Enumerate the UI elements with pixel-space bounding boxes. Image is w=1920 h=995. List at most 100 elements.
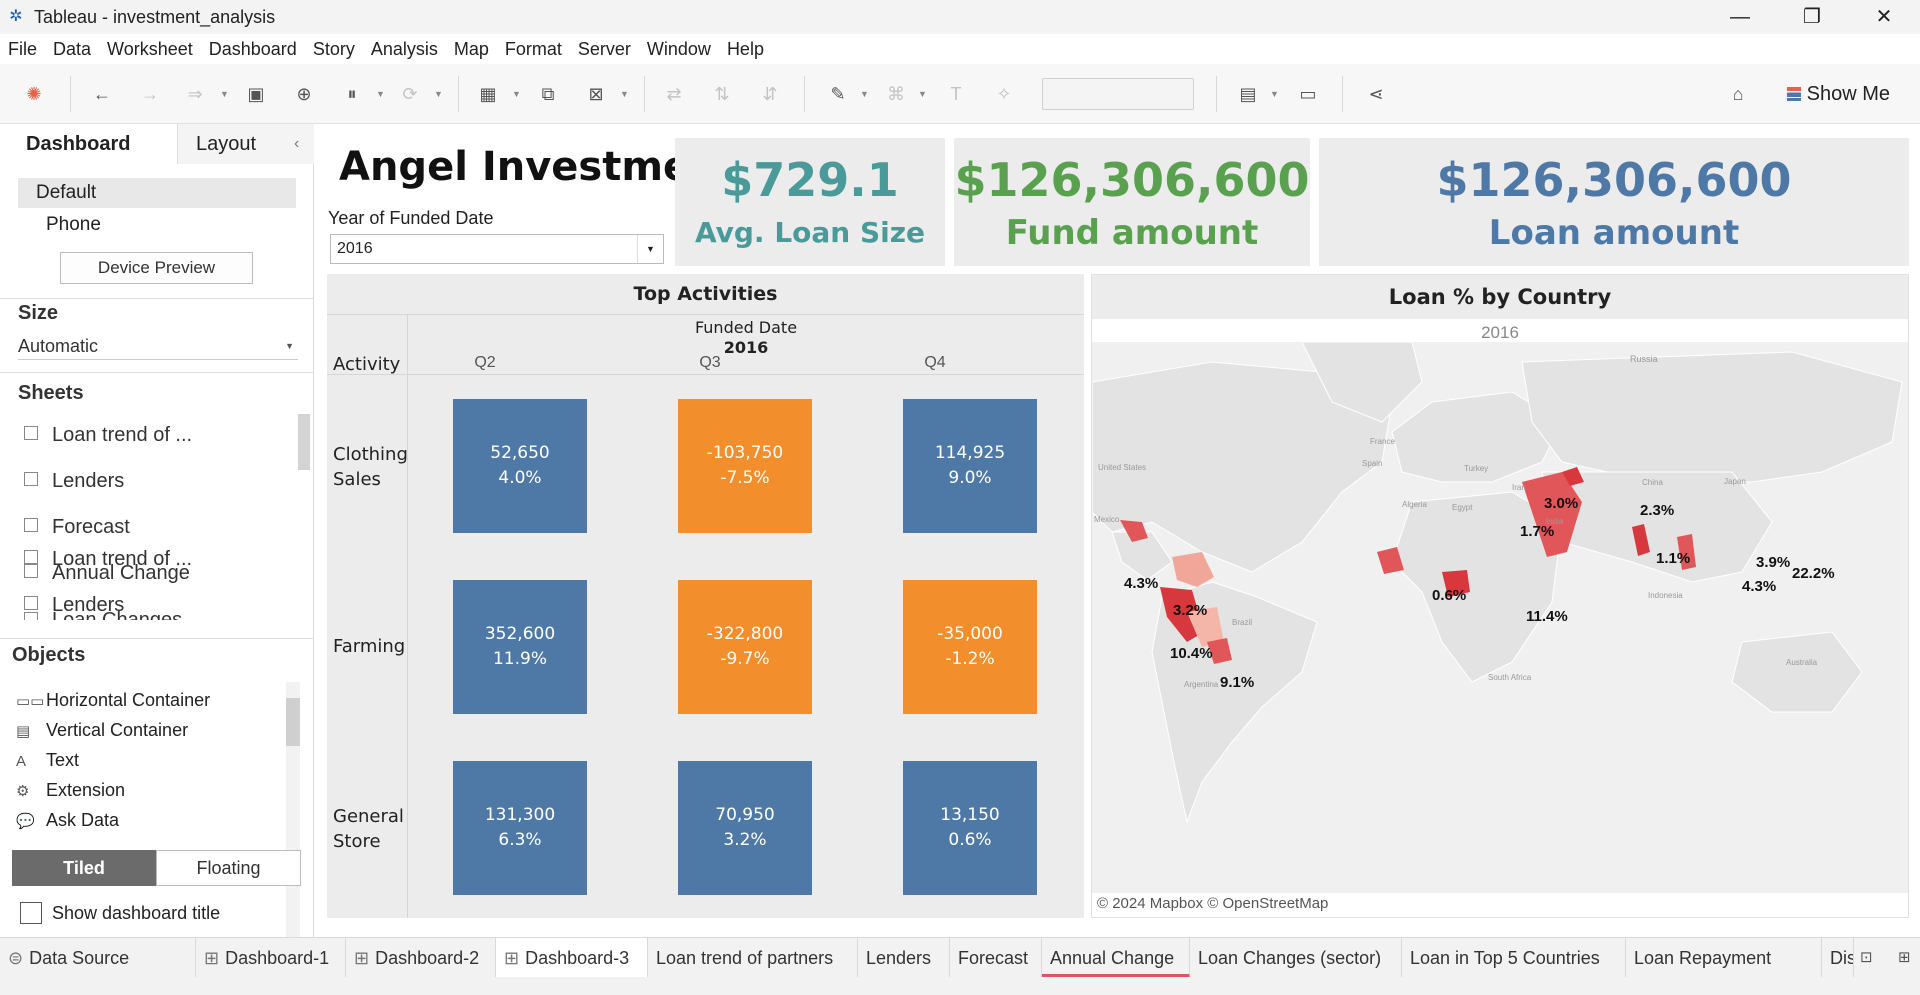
heatmap-cell[interactable]: 114,925 9.0% — [903, 399, 1037, 533]
heatmap-cell[interactable]: 13,150 0.6% — [903, 761, 1037, 895]
menu-help[interactable]: Help — [719, 39, 772, 60]
object-vertical-container[interactable]: ▤ Vertical Container — [16, 720, 188, 741]
pause-updates-icon[interactable]: ⏸ — [338, 80, 366, 108]
show-title-checkbox[interactable] — [20, 902, 42, 924]
size-dropdown[interactable]: Automatic ▼ — [18, 332, 298, 360]
new-worksheet-icon[interactable]: ▦ — [474, 80, 502, 108]
show-me-button[interactable]: Show Me — [1786, 80, 1890, 108]
highlight-icon[interactable]: ✎ — [824, 80, 852, 108]
toolbar-separator — [804, 76, 805, 112]
device-default[interactable]: Default — [18, 178, 296, 208]
presentation-mode-icon[interactable]: ▭ — [1294, 80, 1322, 108]
chevron-down-icon[interactable]: ▼ — [860, 80, 870, 108]
menu-dashboard[interactable]: Dashboard — [201, 39, 305, 60]
menu-server[interactable]: Server — [570, 39, 639, 60]
country-value-label: 11.4% — [1526, 608, 1568, 625]
device-preview-button[interactable]: Device Preview — [60, 252, 253, 284]
show-labels-icon[interactable]: T — [942, 80, 970, 108]
tab-loan-repayment[interactable]: Loan Repayment — [1626, 938, 1822, 978]
heatmap-cell[interactable]: 52,650 4.0% — [453, 399, 587, 533]
tab-data-source[interactable]: ⊜ Data Source — [0, 938, 196, 978]
tab-dis[interactable]: Dis — [1822, 938, 1854, 978]
sheet-item-annual-change[interactable]: Annual Change — [24, 562, 190, 585]
refresh-icon[interactable]: ⟳ — [396, 80, 424, 108]
world-map[interactable]: Russia United States Mexico France Spain… — [1092, 342, 1908, 893]
show-cards-icon[interactable]: ▤ — [1234, 80, 1262, 108]
new-worksheet-icon[interactable]: ⊡ — [1860, 948, 1873, 966]
duplicate-icon[interactable]: ⧉ — [534, 80, 562, 108]
menu-analysis[interactable]: Analysis — [363, 39, 446, 60]
chevron-down-icon[interactable]: ▼ — [434, 80, 444, 108]
tab-dashboard-1[interactable]: ⊞ Dashboard-1 — [196, 938, 346, 978]
new-dashboard-icon[interactable]: ⊞ — [1898, 948, 1911, 966]
objects-scrollbar[interactable] — [286, 682, 300, 964]
tab-annual-change[interactable]: Annual Change — [1042, 938, 1190, 978]
sheet-item-forecast[interactable]: Forecast — [24, 516, 130, 539]
heatmap-cell[interactable]: 131,300 6.3% — [453, 761, 587, 895]
tab-loan-trend[interactable]: Loan trend of partners — [648, 938, 858, 978]
heatmap-cell[interactable]: -322,800 -9.7% — [678, 580, 812, 714]
menu-data[interactable]: Data — [45, 39, 99, 60]
tab-dashboard[interactable]: Dashboard — [0, 124, 178, 164]
sort-ascending-icon[interactable]: ⇅ — [708, 80, 736, 108]
map-attribution[interactable]: © 2024 Mapbox © OpenStreetMap — [1097, 895, 1328, 912]
floating-button[interactable]: Floating — [156, 850, 301, 886]
sort-descending-icon[interactable]: ⇵ — [756, 80, 784, 108]
year-filter-dropdown[interactable]: 2016 ▼ — [330, 234, 664, 264]
tab-lenders[interactable]: Lenders — [858, 938, 950, 978]
sheet-item-loan-trend[interactable]: Loan trend of ... — [24, 424, 192, 447]
menu-story[interactable]: Story — [305, 39, 363, 60]
restore-icon[interactable]: ❐ — [1776, 0, 1848, 34]
chevron-down-icon[interactable]: ▼ — [918, 80, 928, 108]
redo-icon[interactable]: → — [136, 80, 164, 108]
chevron-down-icon[interactable]: ▼ — [220, 80, 230, 108]
group-icon[interactable]: ⌘ — [882, 80, 910, 108]
save-icon[interactable]: ▣ — [242, 80, 270, 108]
device-phone[interactable]: Phone — [46, 210, 101, 240]
geo-label: China — [1642, 478, 1663, 487]
undo-icon[interactable]: ← — [88, 80, 116, 108]
object-ask-data[interactable]: 💬 Ask Data — [16, 810, 119, 831]
tab-loan-changes-sector[interactable]: Loan Changes (sector) — [1190, 938, 1402, 978]
menu-map[interactable]: Map — [446, 39, 497, 60]
tableau-home-icon[interactable]: ✺ — [20, 80, 48, 108]
chevron-down-icon[interactable]: ▼ — [620, 80, 630, 108]
objects-scrollbar-thumb[interactable] — [286, 698, 300, 746]
chevron-down-icon[interactable]: ▼ — [376, 80, 386, 108]
kpi-label: Fund amount — [1005, 213, 1259, 253]
sheet-item-loan-changes[interactable]: Loan Changes — [24, 608, 284, 620]
heatmap-cell[interactable]: 70,950 3.2% — [678, 761, 812, 895]
heatmap-cell[interactable]: -35,000 -1.2% — [903, 580, 1037, 714]
worksheet-icon — [24, 564, 38, 578]
menu-file[interactable]: File — [0, 39, 45, 60]
swap-icon[interactable]: ⇄ — [660, 80, 688, 108]
fit-dropdown[interactable] — [1042, 78, 1194, 110]
menu-window[interactable]: Window — [639, 39, 719, 60]
minimize-icon[interactable]: — — [1704, 0, 1776, 34]
tab-dashboard-2[interactable]: ⊞ Dashboard-2 — [346, 938, 496, 978]
sheets-scrollbar[interactable] — [298, 414, 310, 470]
year-filter-value: 2016 — [337, 240, 373, 257]
format-painter-icon[interactable]: ⌂ — [1724, 80, 1752, 108]
object-text[interactable]: A Text — [16, 750, 79, 771]
tab-loan-top5[interactable]: Loan in Top 5 Countries — [1402, 938, 1626, 978]
replay-icon[interactable]: ⇒ — [181, 80, 209, 108]
chevron-down-icon[interactable]: ▼ — [512, 80, 522, 108]
new-data-source-icon[interactable]: ⊕ — [290, 80, 318, 108]
tiled-button[interactable]: Tiled — [12, 850, 156, 886]
tab-dashboard-3[interactable]: ⊞ Dashboard-3 — [496, 938, 648, 978]
tab-forecast[interactable]: Forecast — [950, 938, 1042, 978]
object-horizontal-container[interactable]: ▭▭Horizontal Container — [16, 690, 210, 711]
collapse-panel-icon[interactable]: ‹ — [294, 124, 314, 164]
share-icon[interactable]: ⋖ — [1362, 80, 1390, 108]
fix-axes-icon[interactable]: ✧ — [990, 80, 1018, 108]
sheet-item-lenders[interactable]: Lenders — [24, 470, 124, 493]
object-extension[interactable]: ⚙ Extension — [16, 780, 125, 801]
menu-format[interactable]: Format — [497, 39, 570, 60]
chevron-down-icon[interactable]: ▼ — [1270, 80, 1280, 108]
heatmap-cell[interactable]: -103,750 -7.5% — [678, 399, 812, 533]
clear-sheet-icon[interactable]: ⊠ — [582, 80, 610, 108]
menu-worksheet[interactable]: Worksheet — [99, 39, 201, 60]
close-icon[interactable]: ✕ — [1848, 0, 1920, 34]
heatmap-cell[interactable]: 352,600 11.9% — [453, 580, 587, 714]
